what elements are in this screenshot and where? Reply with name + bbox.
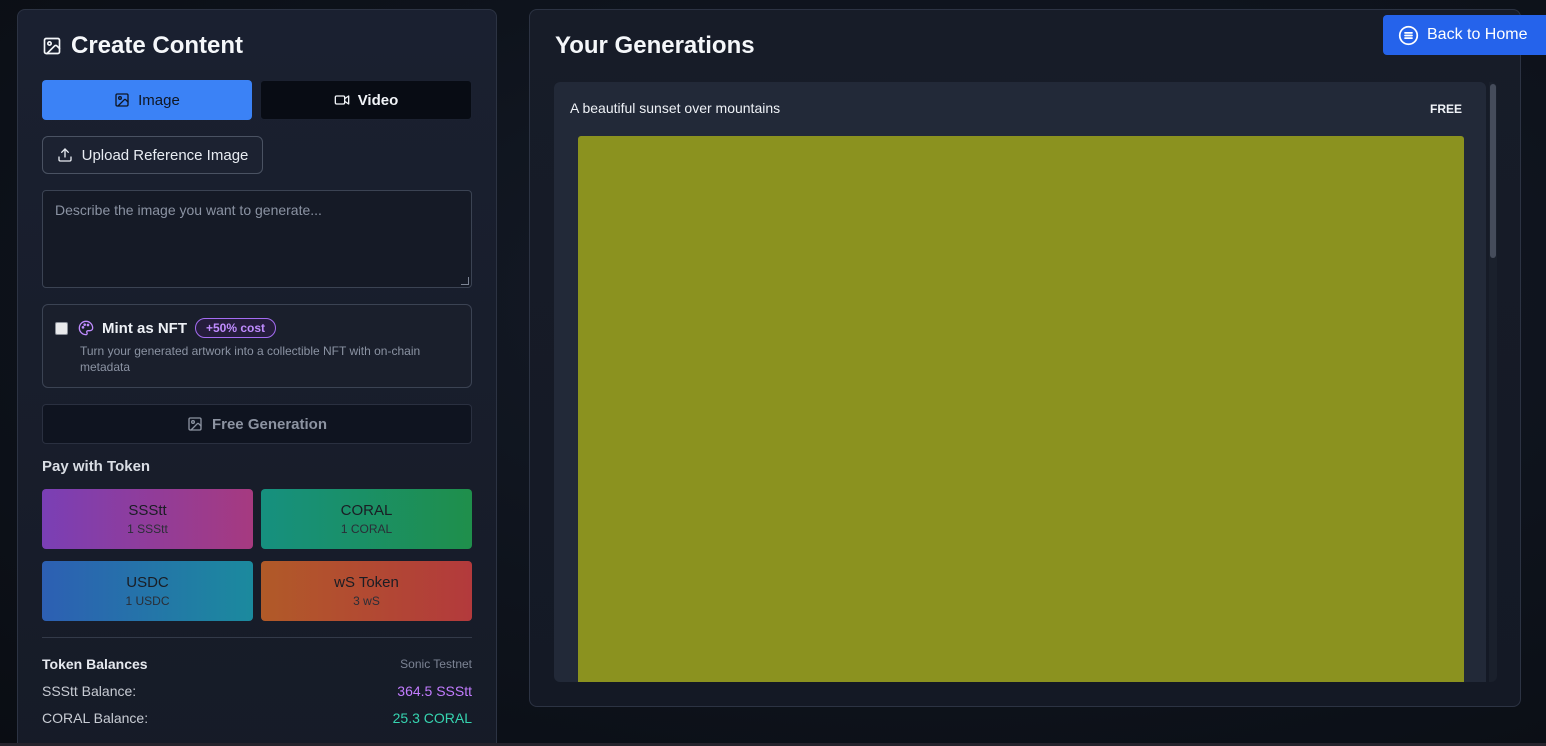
token-balances-heading: Token Balances <box>42 656 148 672</box>
image-icon <box>188 417 202 431</box>
mint-nft-description: Turn your generated artwork into a colle… <box>80 344 421 374</box>
create-content-title: Create Content <box>42 32 472 59</box>
prompt-input[interactable]: Describe the image you want to generate.… <box>42 190 472 288</box>
balance-label: CORAL Balance: <box>42 710 149 726</box>
image-icon <box>43 37 61 55</box>
pay-ssstt-button[interactable]: SSStt 1 SSStt <box>42 489 253 549</box>
upload-icon <box>57 148 72 162</box>
page-title: Create Content <box>71 32 244 59</box>
generation-card: A beautiful sunset over mountains FREE <box>554 82 1486 682</box>
balance-value: 364.5 SSStt <box>397 683 472 699</box>
video-mode-label: Video <box>357 91 399 109</box>
generations-list[interactable]: A beautiful sunset over mountains FREE <box>554 82 1497 682</box>
token-options: SSStt 1 SSStt CORAL 1 CORAL USDC 1 USDC … <box>42 489 472 621</box>
generation-badge: FREE <box>1429 102 1462 116</box>
generated-image[interactable] <box>578 136 1464 682</box>
pay-with-token-heading: Pay with Token <box>42 458 151 475</box>
back-to-home-label: Back to Home <box>1427 26 1528 43</box>
pay-coral-button[interactable]: CORAL 1 CORAL <box>261 489 472 549</box>
image-mode-label: Image <box>138 91 180 109</box>
token-price: 3 wS <box>353 594 380 608</box>
token-name: USDC <box>126 574 169 591</box>
token-name: wS Token <box>334 574 399 591</box>
resize-handle[interactable] <box>461 277 469 285</box>
mint-nft-checkbox[interactable] <box>55 321 68 335</box>
menu-circle-icon <box>1398 25 1419 45</box>
palette-icon <box>78 320 94 336</box>
mode-toggle: Image Video <box>42 80 472 120</box>
network-label: Sonic Testnet <box>400 657 472 671</box>
balance-label: SSStt Balance: <box>42 683 137 699</box>
scrollbar[interactable] <box>1489 82 1497 682</box>
create-content-panel: Create Content Image Video Upload Refere… <box>17 9 497 746</box>
video-mode-button[interactable]: Video <box>260 80 472 120</box>
token-name: SSStt <box>128 502 167 519</box>
generations-panel: Your Generations A beautiful sunset over… <box>529 9 1521 707</box>
token-price: 1 USDC <box>125 594 170 608</box>
pay-ws-button[interactable]: wS Token 3 wS <box>261 561 472 621</box>
token-price: 1 CORAL <box>340 522 393 536</box>
pay-usdc-button[interactable]: USDC 1 USDC <box>42 561 253 621</box>
video-icon <box>334 95 350 105</box>
mint-nft-label: Mint as NFT <box>102 319 187 337</box>
back-to-home-button[interactable]: Back to Home <box>1383 15 1546 55</box>
free-generation-label: Free Generation <box>211 415 328 433</box>
balance-row: CORAL Balance: 25.3 CORAL <box>42 710 472 726</box>
nft-cost-badge: +50% cost <box>195 318 277 338</box>
image-icon <box>115 93 129 107</box>
free-generation-button[interactable]: Free Generation <box>42 404 472 444</box>
image-mode-button[interactable]: Image <box>42 80 252 120</box>
scrollbar-thumb[interactable] <box>1490 84 1496 258</box>
upload-reference-label: Upload Reference Image <box>81 146 249 164</box>
balance-value: 25.3 CORAL <box>392 710 472 726</box>
token-name: CORAL <box>340 502 393 519</box>
generations-title: Your Generations <box>555 32 755 59</box>
prompt-placeholder: Describe the image you want to generate.… <box>55 202 322 218</box>
generation-prompt: A beautiful sunset over mountains <box>570 100 781 116</box>
divider <box>42 637 472 638</box>
upload-reference-button[interactable]: Upload Reference Image <box>42 136 263 174</box>
token-price: 1 SSStt <box>127 522 168 536</box>
mint-nft-option: Mint as NFT +50% cost Turn your generate… <box>42 304 472 388</box>
balance-row: SSStt Balance: 364.5 SSStt <box>42 683 472 699</box>
